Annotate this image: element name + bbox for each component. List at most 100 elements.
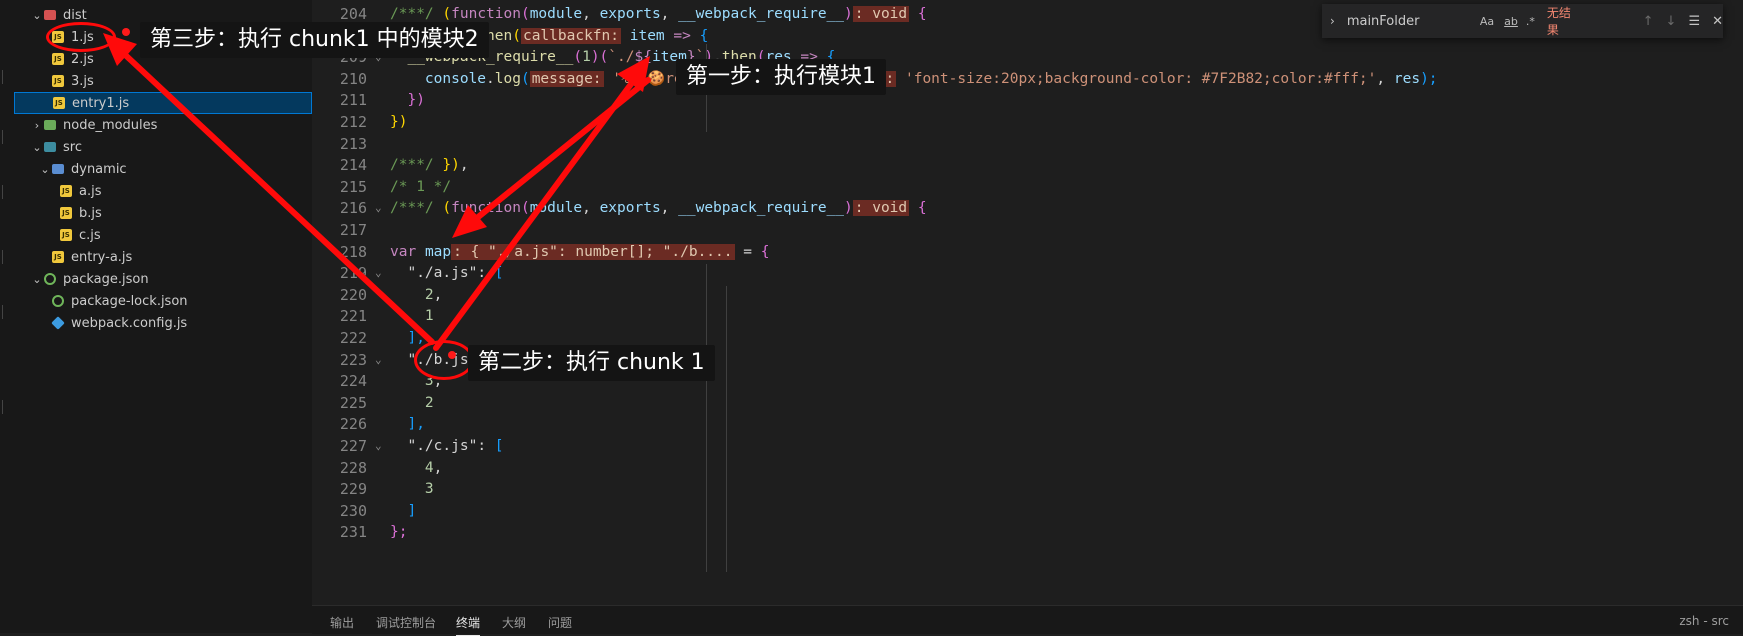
- code-text: console.log(message: '%c 🍪res: ', ...opt…: [390, 68, 1438, 90]
- panel-bar: 输出 调试控制台 终端 大纲 问题 zsh - src: [312, 605, 1743, 636]
- explorer-item[interactable]: ⌄ dynamic: [14, 158, 312, 180]
- inlay-hint: : void: [852, 200, 910, 217]
- code-line[interactable]: 220 2,: [312, 284, 1743, 306]
- explorer-item-label: entry1.js: [72, 95, 130, 111]
- explorer-item[interactable]: JS b.js: [14, 202, 312, 224]
- activity-icon[interactable]: [2, 400, 9, 414]
- line-number: 223: [339, 350, 367, 369]
- line-number: 215: [339, 177, 367, 196]
- activity-icon[interactable]: [2, 70, 9, 84]
- code-token: :: [477, 438, 495, 454]
- code-line[interactable]: 212}): [312, 111, 1743, 133]
- line-number: 230: [339, 501, 367, 520]
- activity-icon[interactable]: [2, 305, 9, 319]
- code-token: log: [494, 70, 521, 87]
- fold-chevron-icon[interactable]: ⌄: [375, 349, 382, 371]
- code-text: ],: [390, 327, 425, 349]
- panel-tab-outline[interactable]: 大纲: [502, 614, 526, 631]
- code-token: ): [590, 49, 600, 66]
- code-token: exports: [599, 200, 661, 217]
- code-line[interactable]: 227 ⌄ "./c.js": [: [312, 435, 1743, 457]
- code-token: :: [477, 265, 495, 282]
- code-token: (: [512, 27, 521, 44]
- code-text: 3: [390, 478, 434, 500]
- explorer-item[interactable]: JS c.js: [14, 224, 312, 246]
- find-input[interactable]: mainFolder: [1347, 14, 1466, 29]
- fold-chevron-icon[interactable]: ⌄: [375, 435, 382, 457]
- code-line[interactable]: 230 ]: [312, 500, 1743, 522]
- code-line[interactable]: 210 console.log(message: '%c 🍪res: ', ..…: [312, 68, 1743, 90]
- code-line[interactable]: 226 ],: [312, 413, 1743, 435]
- code-line[interactable]: 231};: [312, 521, 1743, 543]
- code-token: ,: [1376, 70, 1394, 87]
- chevron-right-icon: ›: [34, 118, 40, 132]
- explorer-item-label: package.json: [63, 271, 149, 287]
- code-line[interactable]: 216 ⌄/***/ (function(module, exports, __w…: [312, 197, 1743, 219]
- code-line[interactable]: 229 3: [312, 478, 1743, 500]
- js-file-icon: JS: [60, 207, 72, 219]
- explorer-item[interactable]: ⌄ src: [14, 136, 312, 158]
- explorer-item[interactable]: package-lock.json: [14, 290, 312, 312]
- code-line[interactable]: 225 2: [312, 392, 1743, 414]
- code-line[interactable]: 213: [312, 133, 1743, 155]
- fold-chevron-icon[interactable]: ⌄: [375, 262, 382, 284]
- code-line[interactable]: 214 /***/ }),: [312, 154, 1743, 176]
- line-number: 226: [339, 415, 367, 434]
- explorer-item[interactable]: JS 3.js: [14, 70, 312, 92]
- panel-tab-output[interactable]: 输出: [330, 614, 354, 631]
- explorer-item[interactable]: ⌄ package.json: [14, 268, 312, 290]
- next-match-icon[interactable]: ↓: [1666, 14, 1677, 29]
- code-line[interactable]: 218 var map: { "./a.js": number[]; "./b..…: [312, 241, 1743, 263]
- activity-icon[interactable]: [2, 250, 9, 264]
- code-token: ,: [660, 6, 679, 22]
- code-token: ${: [634, 49, 652, 66]
- line-number: 231: [339, 523, 367, 542]
- code-token: {: [909, 200, 927, 217]
- code-line[interactable]: 215 /* 1 */: [312, 176, 1743, 198]
- explorer-item[interactable]: webpack.config.js: [14, 312, 312, 334]
- code-editor[interactable]: 204/***/ (function(module, exports, __we…: [312, 0, 1743, 605]
- explorer-item-label: webpack.config.js: [71, 315, 188, 331]
- code-line[interactable]: 219 ⌄ "./a.js": [: [312, 262, 1743, 284]
- explorer-item[interactable]: JS a.js: [14, 180, 312, 202]
- close-icon[interactable]: ✕: [1712, 14, 1723, 29]
- code-token: (: [520, 6, 530, 22]
- panel-tab-debug-console[interactable]: 调试控制台: [376, 614, 436, 631]
- code-line[interactable]: 217: [312, 219, 1743, 241]
- code-token: ],: [407, 330, 425, 346]
- code-token: var: [390, 243, 417, 260]
- explorer-item[interactable]: JS entry1.js: [14, 92, 312, 114]
- match-case-toggle[interactable]: Aa: [1480, 15, 1494, 28]
- code-token: (: [573, 49, 583, 66]
- chevron-right-icon[interactable]: ›: [1330, 14, 1335, 28]
- whole-word-toggle[interactable]: ab: [1504, 15, 1518, 28]
- regex-toggle[interactable]: .*: [1526, 15, 1535, 28]
- code-line[interactable]: 211 }): [312, 89, 1743, 111]
- explorer-item[interactable]: › node_modules: [14, 114, 312, 136]
- code-line[interactable]: 228 4,: [312, 457, 1743, 479]
- terminal-instance-label[interactable]: zsh - src: [1679, 614, 1729, 628]
- previous-match-icon[interactable]: ↑: [1643, 14, 1654, 29]
- activity-icon[interactable]: [2, 130, 9, 144]
- code-token: .: [486, 70, 495, 87]
- code-text: var map: { "./a.js": number[]; "./b.... …: [390, 241, 769, 263]
- explorer-item[interactable]: JS entry-a.js: [14, 246, 312, 268]
- code-line[interactable]: 221 1: [312, 305, 1743, 327]
- code-text: 4,: [390, 457, 442, 479]
- chevron-down-icon: ⌄: [32, 8, 42, 22]
- activity-icon[interactable]: [2, 185, 9, 199]
- folder-icon: [52, 164, 64, 174]
- fold-chevron-icon[interactable]: ⌄: [375, 197, 382, 219]
- code-token: }): [390, 114, 408, 130]
- find-in-selection-icon[interactable]: ☰: [1688, 14, 1700, 29]
- panel-tab-problems[interactable]: 问题: [548, 614, 572, 631]
- code-token: (: [520, 70, 530, 87]
- code-line[interactable]: 209⌄ __webpack_require__(1)(`./${item}`)…: [312, 46, 1743, 68]
- code-text: /***/ (function(module, exports, __webpa…: [390, 197, 927, 219]
